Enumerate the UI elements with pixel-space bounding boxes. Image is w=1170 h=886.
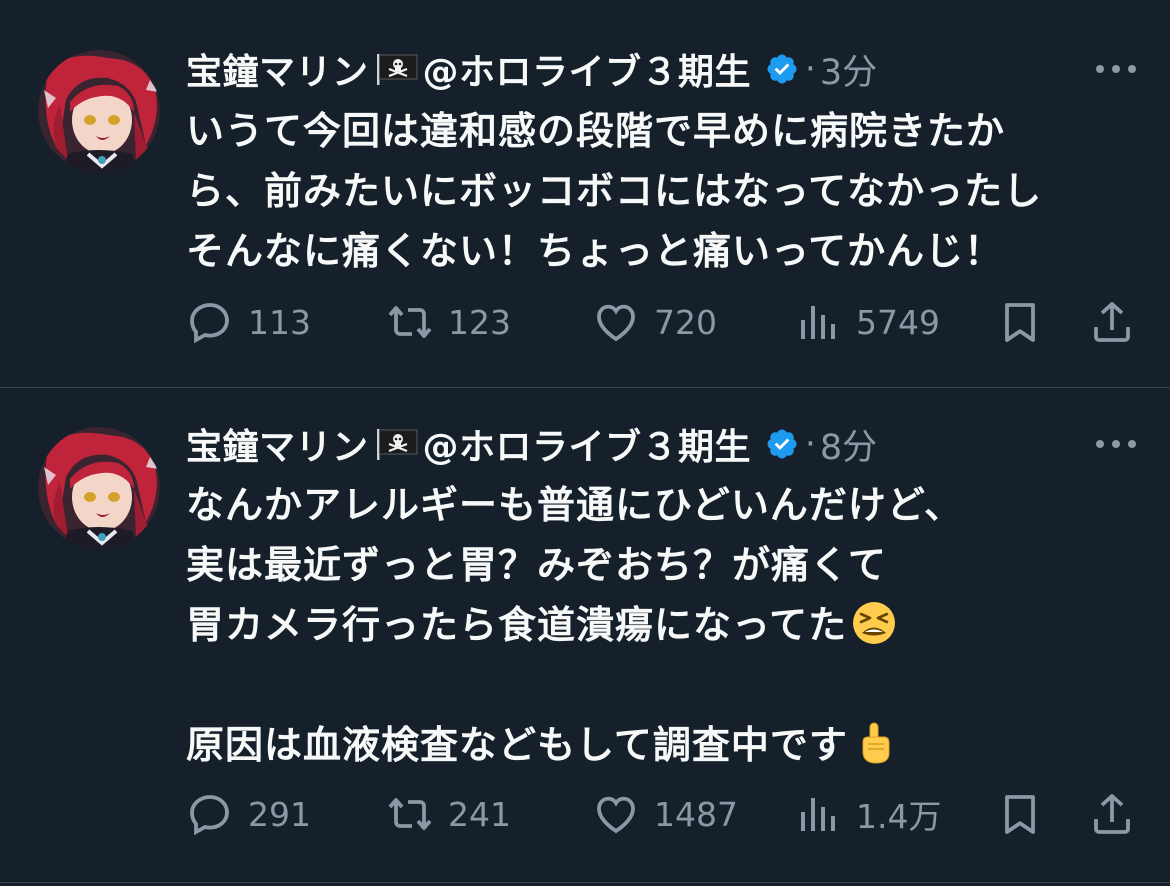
like-count: 1487 xyxy=(654,794,738,834)
reply-icon xyxy=(186,298,234,346)
retweet-icon xyxy=(386,298,434,346)
like-count: 720 xyxy=(654,302,717,342)
timestamp[interactable]: 8分 xyxy=(820,419,877,470)
tweet-text-line: いうて今回は違和感の段階で早めに病院きたか xyxy=(186,109,1006,153)
views-icon xyxy=(794,298,842,346)
more-options-icon[interactable] xyxy=(1094,63,1138,75)
retweet-count: 123 xyxy=(448,302,511,342)
view-count: 1.4万 xyxy=(856,797,942,836)
tweet-text: なんかアレルギーも普通にひどいんだけど、 実は最近ずっと胃？みぞおち？が痛くて … xyxy=(186,475,1146,775)
views-button[interactable]: 5749 xyxy=(794,297,940,347)
handle[interactable]: @ホロライブ３期生 xyxy=(423,418,752,470)
tweet-header: 宝鐘マリン @ホロライブ３期生 · 8分 xyxy=(186,418,877,470)
share-icon xyxy=(1088,298,1136,346)
reply-button[interactable]: 113 xyxy=(186,297,311,347)
view-count: 5749 xyxy=(856,302,940,342)
views-button[interactable]: 1.4万 xyxy=(794,789,941,839)
pirate-flag-icon xyxy=(375,52,419,86)
retweet-count: 241 xyxy=(448,794,511,834)
tweet-text-line: 胃カメラ行ったら食道潰瘍になってた xyxy=(186,595,1146,655)
bookmark-button[interactable] xyxy=(996,297,1044,347)
tweet-header: 宝鐘マリン @ホロライブ３期生 · 3分 xyxy=(186,43,877,95)
tweet-text-line: そんなに痛くない！ちょっと痛いってかんじ！ xyxy=(186,229,1004,273)
verified-badge-icon[interactable] xyxy=(765,52,799,86)
reply-icon xyxy=(186,790,234,838)
more-options-icon[interactable] xyxy=(1094,438,1138,450)
like-button[interactable]: 720 xyxy=(592,297,717,347)
bookmark-icon xyxy=(996,298,1044,346)
tweet-text-line: ら、前みたいにボッコボコにはなってなかったし xyxy=(186,169,1043,213)
bookmark-button[interactable] xyxy=(996,789,1044,839)
display-name[interactable]: 宝鐘マリン xyxy=(186,43,369,95)
separator: · xyxy=(805,49,816,89)
handle[interactable]: @ホロライブ３期生 xyxy=(423,43,752,95)
tweet-text-line-content: 胃カメラ行ったら食道潰瘍になってた xyxy=(186,603,848,647)
retweet-button[interactable]: 241 xyxy=(386,789,511,839)
pirate-flag-icon xyxy=(375,427,419,461)
share-icon xyxy=(1088,790,1136,838)
tweet-text-line: 原因は血液検査などもして調査中です xyxy=(186,715,1146,775)
tweet-text-line: 実は最近ずっと胃？みぞおち？が痛くて xyxy=(186,543,887,587)
like-icon xyxy=(592,298,640,346)
avatar[interactable] xyxy=(38,50,160,172)
pointing-up-emoji-icon xyxy=(852,720,898,766)
retweet-icon xyxy=(386,790,434,838)
tweet-text-line: なんかアレルギーも普通にひどいんだけど、 xyxy=(186,483,963,527)
tweet[interactable]: 宝鐘マリン @ホロライブ３期生 · 3分 いうて今回は違和感の段階で早めに病院き… xyxy=(0,0,1170,388)
tweet[interactable]: 宝鐘マリン @ホロライブ３期生 · 8分 なんかアレルギーも普通にひどいんだけど… xyxy=(0,389,1170,883)
reply-count: 113 xyxy=(248,302,311,342)
tweet-text-line-content: 原因は血液検査などもして調査中です xyxy=(186,723,848,767)
reply-count: 291 xyxy=(248,794,311,834)
avatar[interactable] xyxy=(38,427,160,549)
tweet-text: いうて今回は違和感の段階で早めに病院きたか ら、前みたいにボッコボコにはなってな… xyxy=(186,101,1146,281)
bookmark-icon xyxy=(996,790,1044,838)
retweet-button[interactable]: 123 xyxy=(386,297,511,347)
display-name[interactable]: 宝鐘マリン xyxy=(186,418,369,470)
views-icon xyxy=(794,790,842,838)
timestamp[interactable]: 3分 xyxy=(820,44,877,95)
verified-badge-icon[interactable] xyxy=(765,427,799,461)
like-button[interactable]: 1487 xyxy=(592,789,738,839)
action-bar: 291 241 1487 1.4万 xyxy=(186,789,1136,839)
share-button[interactable] xyxy=(1088,297,1136,347)
action-bar: 113 123 720 5749 xyxy=(186,297,1136,347)
like-icon xyxy=(592,790,640,838)
reply-button[interactable]: 291 xyxy=(186,789,311,839)
tired-face-emoji-icon xyxy=(851,600,897,646)
separator: · xyxy=(805,424,816,464)
share-button[interactable] xyxy=(1088,789,1136,839)
